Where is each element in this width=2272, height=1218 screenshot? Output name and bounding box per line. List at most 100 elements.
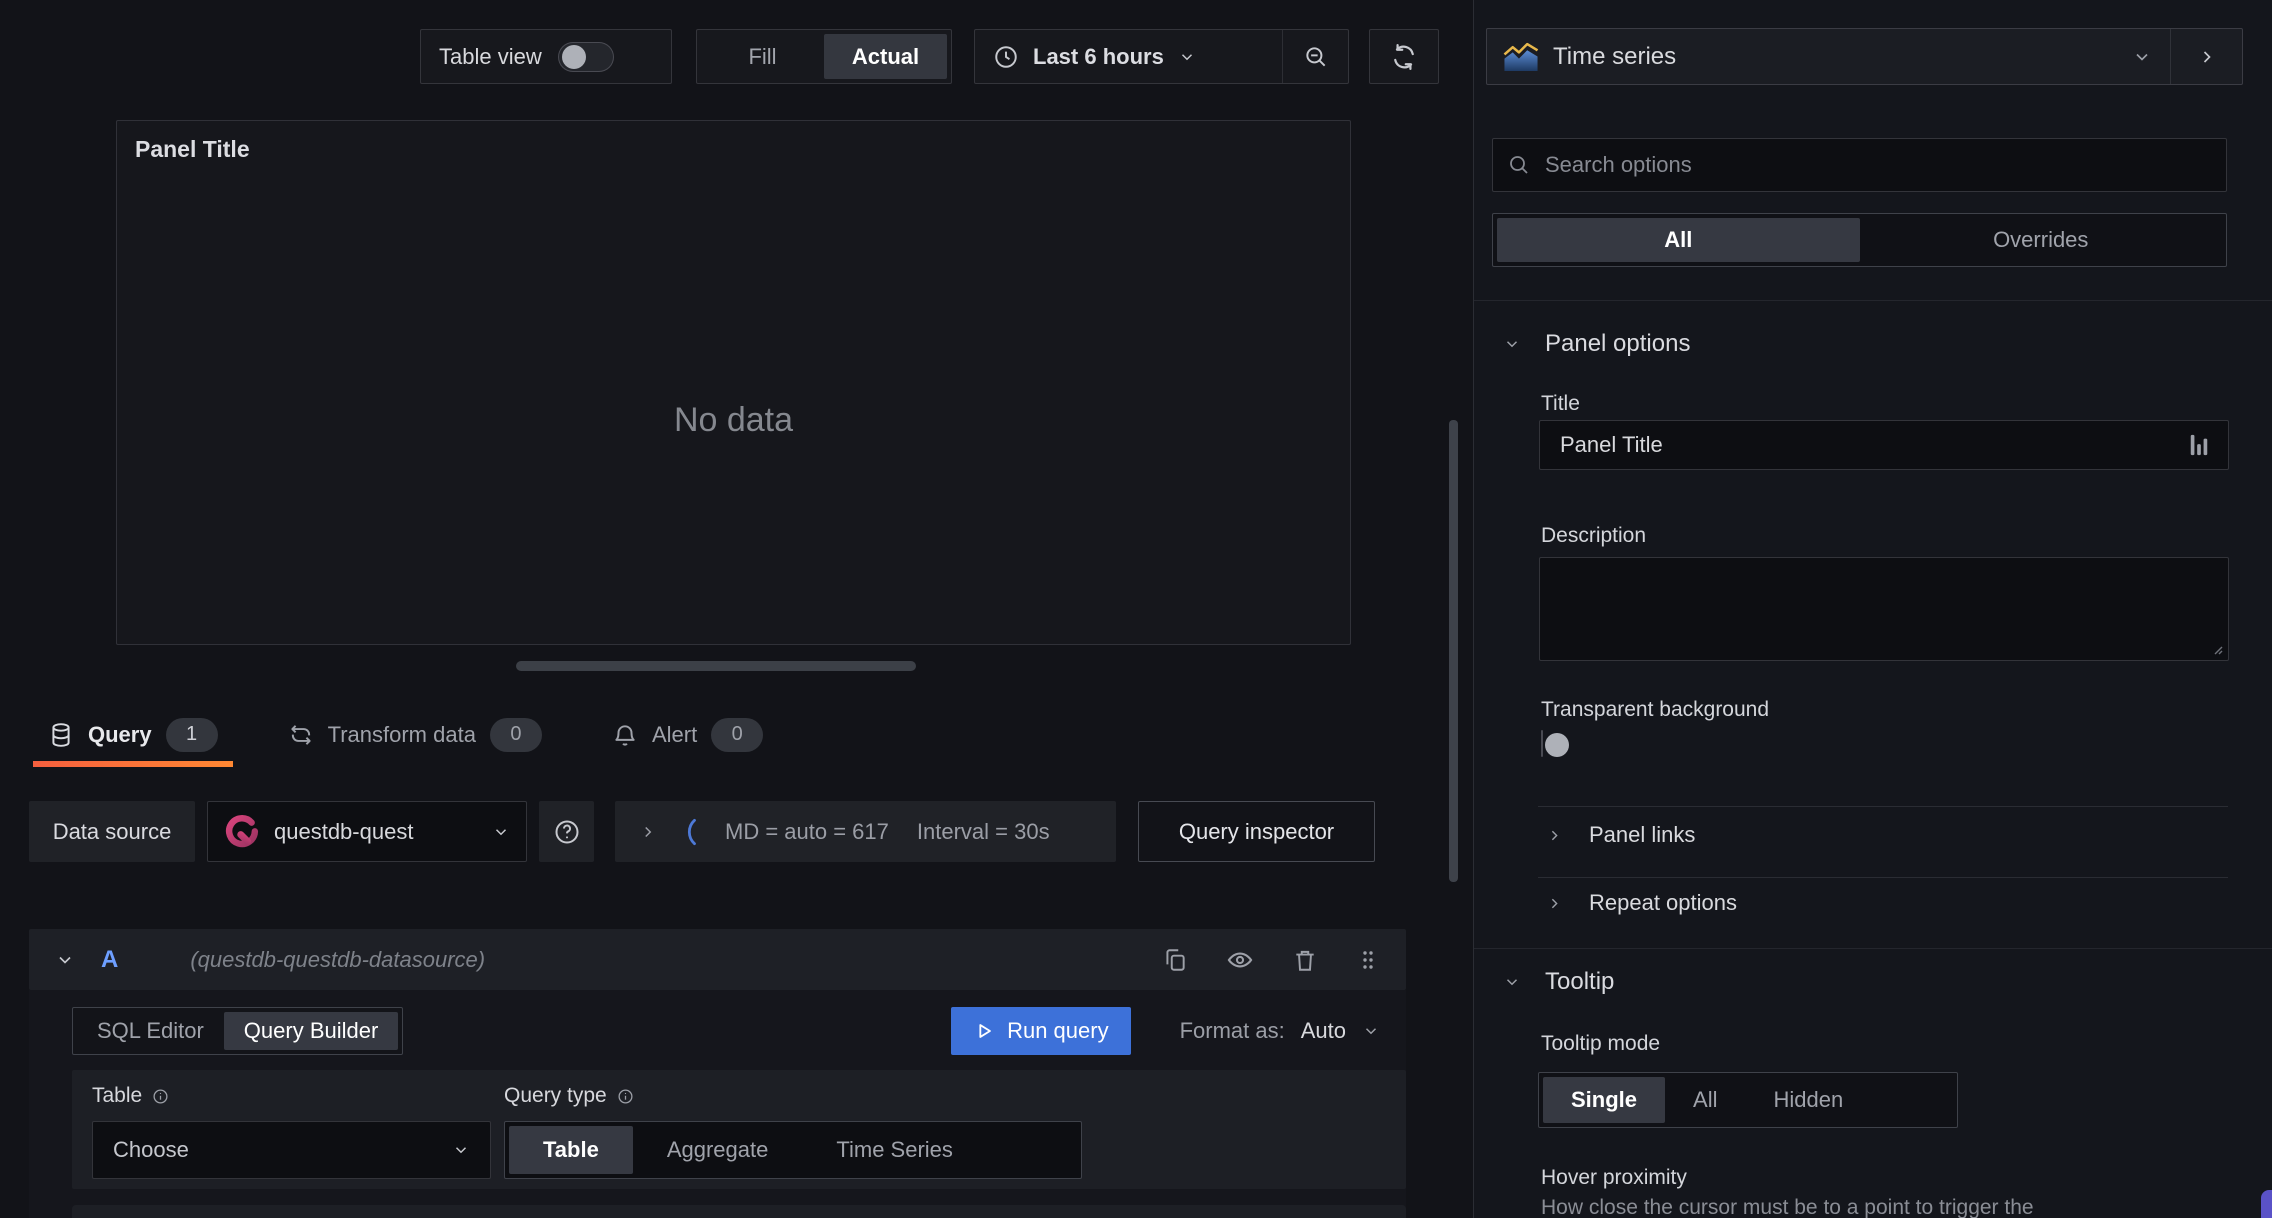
tab-alert[interactable]: Alert 0: [597, 703, 778, 766]
chevron-down-icon: [1503, 335, 1521, 353]
panel-resize-handle[interactable]: [516, 661, 916, 671]
fill-actual-switch: Fill Actual: [696, 29, 952, 84]
tab-transform-label: Transform data: [327, 721, 476, 747]
tooltip-mode-label: Tooltip mode: [1541, 1032, 1661, 1055]
sql-editor-option[interactable]: SQL Editor: [77, 1012, 224, 1050]
table-view-control: Table view: [420, 29, 672, 84]
panel-links-section[interactable]: Panel links: [1546, 822, 1695, 848]
run-query-button[interactable]: Run query: [951, 1007, 1131, 1055]
filter-all-tab[interactable]: All: [1497, 218, 1860, 262]
editor-tabs: Query 1 Transform data 0 Alert 0: [33, 703, 778, 767]
bell-icon: [612, 722, 638, 748]
panel-title-input[interactable]: [1558, 431, 2188, 459]
divider: [1538, 877, 2228, 878]
title-field-label: Title: [1541, 392, 1580, 415]
drag-handle-icon[interactable]: [1356, 948, 1380, 972]
search-options-field[interactable]: [1492, 138, 2227, 192]
time-series-icon: [1503, 41, 1539, 72]
refresh-icon: [1390, 43, 1418, 71]
main-scrollbar-thumb[interactable]: [1449, 420, 1458, 882]
chevron-down-icon: [1178, 48, 1196, 66]
editor-mode-switch: SQL Editor Query Builder: [72, 1007, 404, 1055]
filter-overrides-tab[interactable]: Overrides: [1860, 218, 2223, 262]
query-editor-body: SQL Editor Query Builder Run query Forma…: [29, 990, 1406, 1218]
query-row-header[interactable]: A (questdb-questdb-datasource): [29, 929, 1406, 990]
query-options-summary[interactable]: MD = auto = 617 Interval = 30s: [615, 801, 1116, 862]
tab-query-label: Query: [88, 721, 152, 747]
query-type-switch: Table Aggregate Time Series: [504, 1121, 1082, 1179]
alert-count-badge: 0: [711, 717, 764, 752]
options-sidebar: Time series All Overrides: [1473, 0, 2272, 1218]
tooltip-section-header[interactable]: Tooltip: [1503, 968, 1614, 996]
query-datasource-hint: (questdb-questdb-datasource): [190, 946, 486, 972]
query-inspector-button[interactable]: Query inspector: [1138, 801, 1375, 862]
tooltip-mode-single[interactable]: Single: [1543, 1077, 1666, 1123]
grafana-panel-editor: Table view Fill Actual Last 6 hours Pane…: [0, 0, 2272, 1218]
transform-icon: [288, 722, 314, 748]
table-select[interactable]: Choose: [92, 1121, 491, 1179]
panel-options-section-header[interactable]: Panel options: [1503, 330, 1690, 358]
duplicate-query-icon[interactable]: [1162, 947, 1188, 973]
suggestions-icon[interactable]: [2188, 432, 2210, 458]
info-circle-icon: [617, 1088, 634, 1105]
search-options-input[interactable]: [1543, 151, 2212, 179]
options-filter-tabs: All Overrides: [1492, 213, 2227, 267]
questdb-logo: [224, 814, 260, 850]
query-ref-id: A: [101, 945, 119, 973]
chevron-right-icon: [1546, 827, 1563, 844]
transparent-background-toggle[interactable]: [1541, 730, 1543, 757]
query-type-table[interactable]: Table: [509, 1126, 633, 1174]
query-type-label: Query type: [504, 1084, 607, 1107]
repeat-options-section[interactable]: Repeat options: [1546, 890, 1737, 916]
actual-option[interactable]: Actual: [824, 34, 947, 79]
zoom-out-icon: [1303, 44, 1329, 70]
query-type-aggregate[interactable]: Aggregate: [633, 1126, 803, 1174]
datasource-help-button[interactable]: [539, 801, 594, 862]
description-textarea[interactable]: [1539, 557, 2229, 661]
tooltip-mode-hidden[interactable]: Hidden: [1745, 1077, 1871, 1123]
info-circle-icon: [152, 1088, 169, 1105]
transform-count-badge: 0: [489, 717, 542, 752]
visualization-picker[interactable]: Time series: [1486, 28, 2243, 85]
chevron-down-icon: [1362, 1022, 1380, 1040]
query-builder-options: Table Choose Query type Table Aggregate …: [72, 1070, 1406, 1189]
loading-arc-icon: [685, 818, 697, 846]
collapse-chevron-icon[interactable]: [55, 950, 75, 970]
hide-query-eye-icon[interactable]: [1226, 946, 1254, 974]
query-builder-option[interactable]: Query Builder: [223, 1012, 399, 1050]
panel-title[interactable]: Panel Title: [135, 136, 250, 163]
refresh-button[interactable]: [1369, 29, 1439, 84]
divider: [1538, 806, 2228, 807]
tab-query[interactable]: Query 1: [33, 703, 233, 767]
divider: [1474, 948, 2272, 949]
sidebar-scroll-indicator[interactable]: [2261, 1190, 2272, 1218]
datasource-value: questdb-quest: [274, 818, 414, 844]
time-range-button[interactable]: Last 6 hours: [975, 30, 1282, 83]
datasource-picker[interactable]: questdb-quest: [207, 801, 527, 862]
query-count-badge: 1: [165, 717, 218, 752]
play-icon: [973, 1020, 995, 1042]
datasource-label: Data source: [29, 801, 195, 862]
tab-transform-data[interactable]: Transform data 0: [273, 703, 557, 766]
time-range-picker: Last 6 hours: [974, 29, 1349, 84]
panel-title-field[interactable]: [1539, 420, 2229, 470]
max-datapoints-summary: MD = auto = 617: [725, 818, 889, 844]
hover-proximity-label: Hover proximity: [1541, 1166, 1687, 1189]
tooltip-mode-all[interactable]: All: [1665, 1077, 1745, 1123]
chevron-down-icon: [1503, 973, 1521, 991]
tooltip-mode-switch: Single All Hidden: [1538, 1072, 1958, 1128]
panel-preview: Panel Title No data: [116, 120, 1351, 645]
resize-grip-icon[interactable]: [2208, 640, 2224, 656]
table-select-value: Choose: [113, 1137, 189, 1162]
table-field-label: Table: [92, 1084, 143, 1107]
table-view-toggle[interactable]: [557, 41, 614, 72]
format-as-control[interactable]: Format as: Auto: [1180, 1018, 1380, 1044]
query-type-timeseries[interactable]: Time Series: [802, 1126, 987, 1174]
fill-option[interactable]: Fill: [701, 34, 824, 79]
time-zoom-out-button[interactable]: [1282, 30, 1348, 83]
chevron-down-icon: [2132, 47, 2152, 67]
chevron-down-icon: [452, 1141, 470, 1159]
delete-query-trash-icon[interactable]: [1292, 947, 1318, 973]
collapse-pane-button[interactable]: [2170, 29, 2242, 84]
tab-alert-label: Alert: [651, 721, 698, 747]
